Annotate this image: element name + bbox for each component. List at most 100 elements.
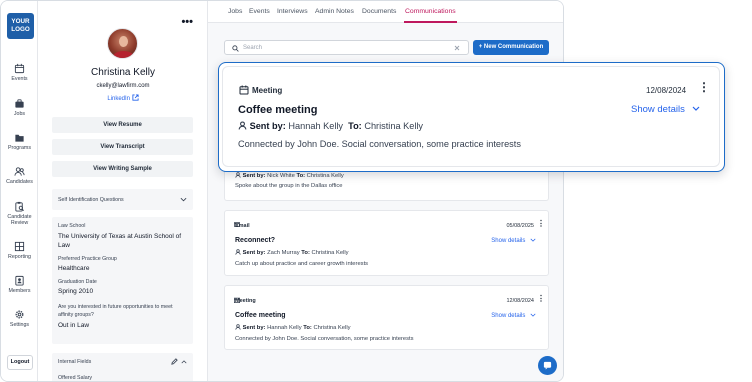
card-1-description: Spoke about the group in the Dallas offi… bbox=[235, 183, 343, 189]
nav-item-jobs[interactable]: Jobs bbox=[1, 98, 38, 117]
nav-label-settings: Settings bbox=[9, 322, 30, 328]
nav-item-events[interactable]: Events bbox=[1, 63, 38, 82]
chevron-up-icon[interactable] bbox=[181, 360, 187, 364]
briefcase-icon bbox=[15, 99, 24, 108]
zoomed-title: Coffee meeting bbox=[238, 104, 318, 116]
view-transcript-button[interactable]: View Transcript bbox=[52, 139, 193, 155]
nav-label-candidate-review-2: Review bbox=[10, 220, 29, 226]
card-1-to-label: To: bbox=[296, 173, 306, 179]
left-nav: YOUR LOGO Events Jobs Programs Candidate… bbox=[1, 1, 38, 381]
nav-item-reporting[interactable]: Reporting bbox=[1, 241, 38, 260]
zoomed-more-icon[interactable]: ⋮ bbox=[698, 81, 710, 93]
field-value-practice-group: Healthcare bbox=[58, 265, 90, 272]
communication-card-3[interactable]: Meeting 12/08/2024 ⋮ Coffee meeting Show… bbox=[224, 285, 549, 350]
tab-interviews[interactable]: Interviews bbox=[277, 8, 308, 15]
clear-icon[interactable] bbox=[454, 45, 460, 51]
nav-label-reporting: Reporting bbox=[8, 254, 31, 260]
self-identification-accordion[interactable]: Self Identification Questions bbox=[52, 189, 193, 210]
card-3-title: Coffee meeting bbox=[235, 312, 286, 319]
main-content: Jobs Events Interviews Admin Notes Docum… bbox=[208, 1, 563, 381]
nav-item-members[interactable]: Members bbox=[1, 275, 38, 294]
card-2-sender: Zach Murray bbox=[267, 250, 300, 256]
chat-button[interactable] bbox=[538, 356, 557, 375]
search-placeholder: Search bbox=[243, 45, 263, 51]
chevron-down-icon bbox=[530, 238, 536, 242]
gear-icon bbox=[15, 310, 24, 319]
zoomed-to-label: To: bbox=[348, 121, 362, 131]
calendar-icon bbox=[14, 63, 25, 74]
nav-label-candidates: Candidates bbox=[6, 179, 33, 185]
card-2-to-label: To: bbox=[301, 250, 310, 256]
logo-line-1: YOUR bbox=[11, 18, 30, 25]
nav-item-candidate-review[interactable]: Candidate Review bbox=[1, 201, 38, 226]
profile-panel: ••• Christina Kelly ckelly@lawfirm.com L… bbox=[38, 1, 208, 381]
self-identification-label: Self Identification Questions bbox=[58, 197, 124, 203]
view-resume-button[interactable]: View Resume bbox=[52, 117, 193, 133]
offered-salary-label: Offered Salary bbox=[58, 375, 93, 381]
card-3-show-details-label: Show details bbox=[491, 313, 526, 319]
card-2-show-details[interactable]: Show details bbox=[491, 238, 536, 244]
chevron-down-icon bbox=[530, 313, 536, 317]
calendar-icon bbox=[234, 297, 240, 303]
zoomed-sent-line: Sent by: Hannah Kelly To: Christina Kell… bbox=[238, 121, 423, 131]
profile-name: Christina Kelly bbox=[91, 67, 155, 78]
card-2-recipient: Christina Kelly bbox=[311, 250, 349, 256]
tab-admin-notes[interactable]: Admin Notes bbox=[315, 8, 354, 15]
profile-more-icon[interactable]: ••• bbox=[181, 17, 193, 28]
linkedin-link[interactable]: LinkedIn bbox=[38, 94, 208, 102]
card-1-sent-line: Sent by: Nick White To: Christina Kelly bbox=[235, 172, 344, 179]
field-value-affinity-groups: Out in Law bbox=[58, 322, 90, 329]
card-2-date: 05/08/2025 bbox=[506, 223, 534, 229]
card-3-sent-line: Sent by: Hannah Kelly To: Christina Kell… bbox=[235, 324, 351, 331]
zoomed-sent-by-label: Sent by: bbox=[249, 121, 286, 131]
clipboard-search-icon bbox=[15, 201, 24, 212]
card-3-show-details[interactable]: Show details bbox=[491, 313, 536, 319]
zoomed-card-inner bbox=[222, 66, 720, 167]
card-1-recipient: Christina Kelly bbox=[306, 173, 344, 179]
nav-item-candidates[interactable]: Candidates bbox=[1, 166, 38, 185]
nav-item-programs[interactable]: Programs bbox=[1, 132, 38, 151]
card-3-date: 12/08/2024 bbox=[506, 298, 534, 304]
company-logo[interactable]: YOUR LOGO bbox=[7, 13, 34, 39]
internal-fields-section: Internal Fields Offered Salary bbox=[52, 353, 193, 381]
nav-label-members: Members bbox=[8, 288, 31, 294]
chat-icon bbox=[543, 361, 552, 370]
tab-bar: Jobs Events Interviews Admin Notes Docum… bbox=[208, 1, 563, 23]
field-label-affinity-groups: Are you interested in future opportuniti… bbox=[58, 304, 173, 318]
card-2-sent-by-label: Sent by: bbox=[242, 250, 266, 256]
nav-item-settings[interactable]: Settings bbox=[1, 309, 38, 328]
zoomed-show-details-label: Show details bbox=[631, 104, 685, 115]
card-2-sent-line: Sent by: Zach Murray To: Christina Kelly bbox=[235, 249, 349, 256]
app-window: YOUR LOGO Events Jobs Programs Candidate… bbox=[0, 0, 564, 382]
profile-fields: Law School The University of Texas at Au… bbox=[52, 217, 193, 344]
card-3-description: Connected by John Doe. Social conversati… bbox=[235, 336, 414, 342]
mail-icon bbox=[234, 222, 240, 227]
calendar-icon bbox=[239, 85, 249, 95]
user-icon bbox=[235, 324, 241, 330]
card-3-more-icon[interactable]: ⋮ bbox=[537, 295, 545, 303]
internal-fields-label: Internal Fields bbox=[58, 359, 92, 365]
communication-card-2[interactable]: Email 05/08/2025 ⋮ Reconnect? Show detai… bbox=[224, 210, 549, 276]
new-communication-button[interactable]: + New Communication bbox=[473, 40, 549, 55]
card-2-more-icon[interactable]: ⋮ bbox=[537, 220, 545, 228]
zoomed-show-details[interactable]: Show details bbox=[631, 104, 700, 115]
user-icon bbox=[235, 249, 241, 255]
card-3-sender: Hannah Kelly bbox=[267, 325, 302, 331]
logout-button[interactable]: Logout bbox=[7, 355, 33, 370]
card-3-type: Meeting bbox=[234, 297, 256, 304]
field-value-graduation-date: Spring 2010 bbox=[58, 288, 94, 295]
pencil-icon[interactable] bbox=[171, 358, 178, 365]
grid-icon bbox=[14, 241, 25, 252]
badge-icon bbox=[15, 275, 24, 286]
view-writing-sample-button[interactable]: View Writing Sample bbox=[52, 161, 193, 177]
zoomed-communication-card[interactable]: Meeting 12/08/2024 ⋮ Coffee meeting Show… bbox=[218, 62, 725, 172]
nav-label-programs: Programs bbox=[8, 145, 31, 151]
search-input[interactable]: Search bbox=[224, 40, 469, 55]
zoomed-sender: Hannah Kelly bbox=[288, 121, 344, 131]
tab-communications[interactable]: Communications bbox=[405, 8, 456, 15]
tab-events[interactable]: Events bbox=[249, 8, 270, 15]
card-3-recipient: Christina Kelly bbox=[313, 325, 351, 331]
field-value-law-school: The University of Texas at Austin School… bbox=[58, 233, 182, 249]
tab-documents[interactable]: Documents bbox=[362, 8, 396, 15]
tab-jobs[interactable]: Jobs bbox=[228, 8, 242, 15]
